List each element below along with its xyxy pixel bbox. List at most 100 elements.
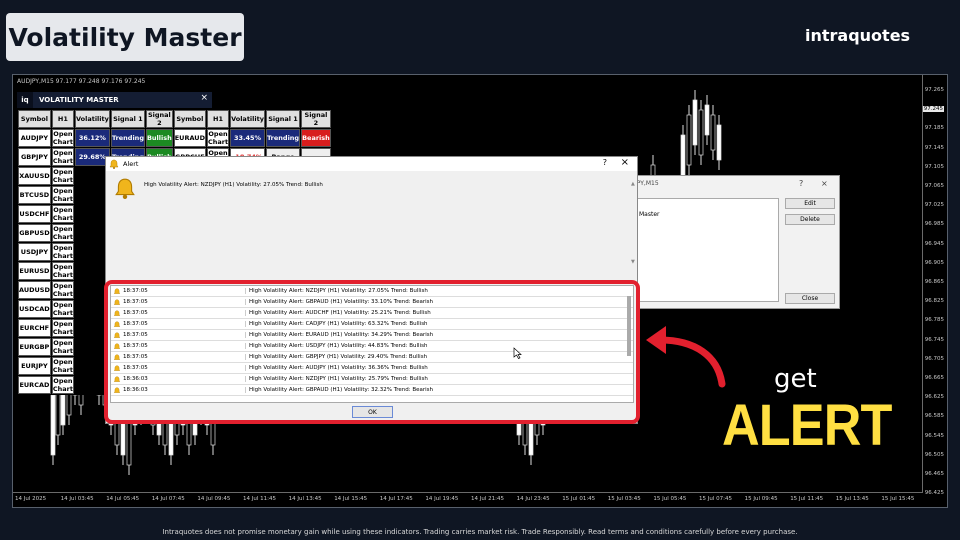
time-tick-label: 14 Jul 11:45 [243,496,276,502]
alert-message: High Volatility Alert: NZDJPY (H1) Volat… [144,182,323,188]
data-cell: Trending [265,129,301,147]
data-cell: 33.45% [230,129,265,147]
open-chart-button[interactable]: Open Chart [51,338,74,356]
open-chart-button[interactable]: Open Chart [51,224,74,242]
price-tick-label: 96.905 [924,259,944,266]
price-tick-label: 96.985 [924,221,944,228]
open-chart-button[interactable]: Open Chart [51,357,74,375]
symbol-cell[interactable]: USDCHF [18,205,51,223]
column-header: Signal 1 [265,110,301,128]
close-icon[interactable]: × [621,157,629,168]
open-chart-button[interactable]: Open Chart [51,148,74,166]
candle-body [716,124,722,161]
time-tick-label: 15 Jul 11:45 [790,496,824,502]
time-tick-label: 15 Jul 01:45 [562,496,596,502]
disclaimer: Intraquotes does not promise monetary ga… [162,528,798,536]
price-tick-label: 96.505 [924,451,944,458]
alert-title: Alert [123,160,139,168]
data-cell: 36.12% [74,129,110,147]
open-chart-button[interactable]: Open Chart [51,281,74,299]
symbol-cell[interactable]: EURCAD [18,376,51,394]
price-tick-label: 96.545 [924,432,944,439]
symbol-cell[interactable]: EURCHF [18,319,51,337]
promo-alert-text: ALERT [722,393,892,458]
time-tick-label: 14 Jul 03:45 [60,496,94,502]
message-scrollbar[interactable]: ▲ ▼ [631,181,637,285]
edit-button[interactable]: Edit [785,198,835,209]
symbol-cell[interactable]: XAUUSD [18,167,51,185]
price-tick-label: 96.745 [924,336,944,343]
bell-icon [109,159,119,169]
page-title: Volatility Master [6,13,244,61]
iq-logo-icon: iq [17,92,33,108]
close-icon[interactable]: × [821,179,828,188]
symbol-cell[interactable]: BTCUSD [18,186,51,204]
column-header: Volatility [74,110,110,128]
time-tick-label: 15 Jul 13:45 [835,496,869,502]
open-chart-button[interactable]: Open Chart [206,129,230,147]
arrow-icon [646,326,726,388]
alert-message-area: High Volatility Alert: NZDJPY (H1) Volat… [108,173,637,281]
column-header: Symbol [173,110,206,128]
price-tick-label: 97.145 [924,144,944,151]
panel-titlebar[interactable]: iq VOLATILITY MASTER × [17,92,212,108]
open-chart-button[interactable]: Open Chart [51,243,74,261]
time-tick-label: 14 Jul 13:45 [288,496,322,502]
column-header: Signal 2 [301,110,331,128]
symbol-cell[interactable]: EURJPY [18,357,51,375]
open-chart-button[interactable]: Open Chart [51,167,74,185]
candle-body [710,114,716,151]
table-row: AUDJPY Open Chart 36.12% Trending Bullish EUR… [18,129,331,147]
time-tick-label: 15 Jul 05:45 [653,496,687,502]
price-tick-label: 97.185 [924,125,944,132]
candle-body [686,114,692,166]
open-chart-button[interactable]: Open Chart [51,262,74,280]
price-tick-label: 96.425 [924,490,944,497]
symbol-cell[interactable]: GBPJPY [18,148,51,166]
symbol-cell[interactable]: EURAUD [173,129,206,147]
delete-button[interactable]: Delete [785,214,835,225]
open-chart-button[interactable]: Open Chart [51,300,74,318]
time-tick-label: 15 Jul 09:45 [744,496,778,502]
candle-body [704,104,710,136]
open-chart-button[interactable]: Open Chart [51,205,74,223]
price-tick-label: 97.245 [922,106,944,113]
symbol-cell[interactable]: AUDUSD [18,281,51,299]
panel-title: VOLATILITY MASTER [39,96,119,104]
promo-get-text: get [774,364,817,394]
symbol-cell[interactable]: AUDJPY [18,129,51,147]
price-axis[interactable]: 97.265 97.245 97.185 97.145 97.105 97.065 97.0… [921,75,947,497]
symbol-cell[interactable]: EURUSD [18,262,51,280]
time-tick-label: 14 Jul 09:45 [197,496,231,502]
price-tick-label: 96.625 [924,394,944,401]
time-tick-label: 14 Jul 21:45 [471,496,504,502]
table-header-row: Symbol H1 Volatility Signal 1 Signal 2 Symbol… [18,110,331,128]
close-button[interactable]: Close [785,293,835,304]
time-tick-label: 14 Jul 15:45 [334,496,368,502]
open-chart-button[interactable]: Open Chart [51,319,74,337]
symbol-cell[interactable]: EURGBP [18,338,51,356]
price-tick-label: 96.785 [924,317,944,324]
time-tick-label: 15 Jul 15:45 [881,496,915,502]
alert-titlebar[interactable]: Alert ? × [106,157,637,171]
close-icon[interactable]: × [200,93,208,103]
symbol-cell[interactable]: GBPUSD [18,224,51,242]
open-chart-button[interactable]: Open Chart [51,376,74,394]
time-tick-label: 15 Jul 07:45 [699,496,732,502]
price-tick-label: 96.865 [924,279,944,285]
column-header: H1 [51,110,74,128]
time-tick-label: 14 Jul 05:45 [106,496,140,502]
open-chart-button[interactable]: Open Chart [51,186,74,204]
price-tick-label: 96.705 [924,355,944,362]
brand-logo: intraquotes [805,26,911,45]
list-item[interactable]: Master [639,211,660,218]
indicator-list[interactable]: Master [635,198,779,302]
price-tick-label: 97.265 [924,87,944,93]
help-icon[interactable]: ? [799,179,803,188]
symbol-cell[interactable]: USDCAD [18,300,51,318]
help-icon[interactable]: ? [603,158,607,167]
open-chart-button[interactable]: Open Chart [51,129,74,147]
price-tick-label: 97.025 [924,202,944,209]
time-tick-label: 14 Jul 19:45 [425,496,459,502]
symbol-cell[interactable]: USDJPY [18,243,51,261]
